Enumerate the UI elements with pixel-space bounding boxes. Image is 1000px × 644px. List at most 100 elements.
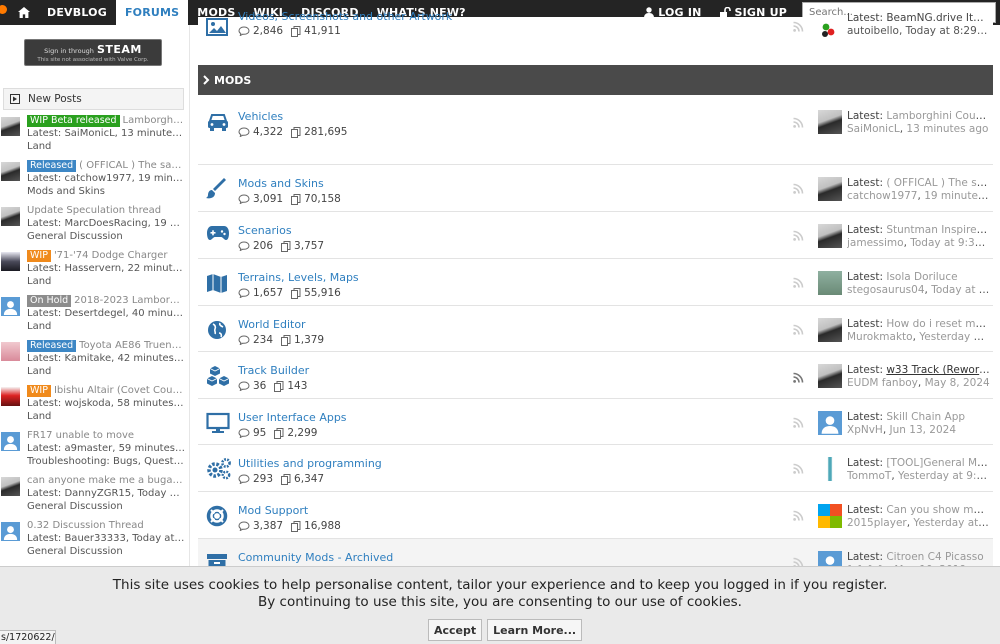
new-post-item[interactable]: 0.32 Discussion Thread Latest: Bauer33333… — [0, 520, 188, 564]
new-post-item[interactable]: Released Toyota AE86 Trueno/L... Latest: K… — [0, 340, 188, 384]
new-post-item[interactable]: On Hold2018-2023 Lamborghin...Latest: De… — [0, 295, 188, 339]
post-title[interactable]: FR17 unable to move — [27, 430, 185, 442]
rss-icon[interactable] — [793, 510, 805, 522]
forum-title[interactable]: World Editor — [238, 318, 306, 331]
rss-icon[interactable] — [793, 183, 805, 195]
forum-title[interactable]: Track Builder — [238, 364, 309, 377]
latest-title[interactable]: Latest: w33 Track (Rework ... — [847, 364, 990, 376]
latest-user[interactable]: stegosaurus04 — [847, 284, 925, 296]
latest-user[interactable]: 2015player — [847, 517, 907, 529]
forum-title[interactable]: Community Mods - Archived — [238, 551, 393, 564]
latest-user[interactable]: Murokmakto — [847, 331, 913, 343]
latest-avatar[interactable] — [818, 19, 842, 43]
latest-title[interactable]: Latest: ( OFFICAL ) The sats... — [847, 177, 990, 189]
post-author-avatar[interactable] — [1, 252, 20, 271]
post-title[interactable]: On Hold2018-2023 Lamborghin... — [27, 295, 185, 307]
post-author-avatar[interactable] — [1, 207, 20, 226]
latest-avatar[interactable] — [818, 224, 842, 248]
latest-user[interactable]: catchow1977 — [847, 190, 918, 202]
post-author-avatar[interactable] — [1, 342, 20, 361]
post-forum-link[interactable]: General Discussion — [27, 546, 185, 558]
latest-avatar[interactable] — [818, 318, 842, 342]
new-post-item[interactable]: can anyone make me a bugatti to... Latest… — [0, 475, 188, 519]
post-title[interactable]: WIP Ibishu Altair (Covet Coupe) — [27, 385, 185, 397]
post-forum-link[interactable]: General Discussion — [27, 501, 185, 513]
post-author-avatar[interactable] — [1, 117, 20, 136]
forum-title[interactable]: Utilities and programming — [238, 457, 382, 470]
site-logo[interactable] — [0, 0, 10, 25]
new-post-item[interactable]: WIP Beta releasedLamborghini ...Latest: … — [0, 115, 188, 159]
post-title[interactable]: WIP '71-'74 Dodge Charger — [27, 250, 185, 262]
post-forum-link[interactable]: Land — [27, 141, 185, 153]
nav-forums[interactable]: FORUMS — [115, 0, 189, 25]
latest-user[interactable]: TommoT — [847, 470, 891, 482]
post-author-avatar[interactable] — [1, 477, 20, 496]
post-title[interactable]: Released Toyota AE86 Trueno/L... — [27, 340, 185, 352]
rss-icon[interactable] — [793, 117, 805, 129]
new-post-item[interactable]: Released( OFFICAL ) The satsu... Latest: … — [0, 160, 188, 204]
latest-avatar[interactable] — [818, 364, 842, 388]
latest-user[interactable]: SaiMonicL — [847, 123, 900, 135]
forum-title[interactable]: Mod Support — [238, 504, 308, 517]
post-forum-link[interactable]: Land — [27, 276, 185, 288]
latest-title[interactable]: Latest: Skill Chain App — [847, 411, 990, 423]
forum-title[interactable]: Terrains, Levels, Maps — [238, 271, 359, 284]
latest-avatar[interactable] — [818, 504, 842, 528]
home-icon[interactable] — [10, 0, 38, 25]
rss-icon[interactable] — [793, 324, 805, 336]
rss-icon[interactable] — [793, 463, 805, 475]
post-author-avatar[interactable] — [1, 432, 20, 451]
latest-title[interactable]: Latest: [TOOL]General Mo... — [847, 457, 990, 469]
post-forum-link[interactable]: Mods and Skins — [27, 186, 185, 198]
latest-title[interactable]: Latest: Can you show me h... — [847, 504, 990, 516]
post-forum-link[interactable]: Land — [27, 411, 185, 423]
post-title[interactable]: 0.32 Discussion Thread — [27, 520, 185, 532]
forum-title[interactable]: Videos, Screenshots and other Artwork — [238, 10, 452, 23]
latest-avatar[interactable] — [818, 271, 842, 295]
latest-avatar[interactable] — [818, 411, 842, 435]
learn-more-button[interactable]: Learn More... — [487, 619, 583, 641]
latest-title[interactable]: Latest: How do i reset map... — [847, 318, 990, 330]
latest-title[interactable]: Latest: Citroen C4 Picasso — [847, 551, 990, 563]
category-header-mods[interactable]: MODS — [198, 65, 993, 95]
latest-user[interactable]: XpNvH — [847, 424, 883, 436]
post-title[interactable]: WIP Beta releasedLamborghini ... — [27, 115, 185, 127]
latest-title[interactable]: Latest: Isola Doriluce — [847, 271, 990, 283]
post-forum-link[interactable]: General Discussion — [27, 231, 185, 243]
rss-icon[interactable] — [793, 277, 805, 289]
latest-user[interactable]: EUDM fanboy — [847, 377, 918, 389]
post-forum-link[interactable]: Troubleshooting: Bugs, Questions ... — [27, 456, 185, 468]
latest-avatar[interactable] — [818, 177, 842, 201]
new-post-item[interactable]: Update Speculation thread Latest: MarcDoe… — [0, 205, 188, 249]
latest-title[interactable]: Latest: Stuntman Inspired ... — [847, 224, 990, 236]
new-post-item[interactable]: FR17 unable to move Latest: a9master, 59 … — [0, 430, 188, 474]
latest-avatar[interactable] — [818, 110, 842, 134]
rss-icon[interactable] — [793, 372, 805, 384]
latest-user[interactable]: autoibello — [847, 25, 899, 37]
forum-title[interactable]: Scenarios — [238, 224, 292, 237]
post-author-avatar[interactable] — [1, 387, 20, 406]
nav-devblog[interactable]: DEVBLOG — [38, 0, 116, 25]
latest-avatar[interactable] — [818, 457, 842, 481]
latest-title[interactable]: Latest: Lamborghini Count... — [847, 110, 990, 122]
accept-cookies-button[interactable]: Accept — [428, 619, 483, 641]
new-post-item[interactable]: WIP Ibishu Altair (Covet Coupe) Latest: wo… — [0, 385, 188, 429]
forum-title[interactable]: Mods and Skins — [238, 177, 324, 190]
post-title[interactable]: Update Speculation thread — [27, 205, 185, 217]
latest-user[interactable]: jamessimo — [847, 237, 904, 249]
post-author-avatar[interactable] — [1, 297, 20, 316]
post-forum-link[interactable]: Land — [27, 366, 185, 378]
forum-title[interactable]: Vehicles — [238, 110, 283, 123]
post-title[interactable]: can anyone make me a bugatti to... — [27, 475, 185, 487]
post-title[interactable]: Released( OFFICAL ) The satsu... — [27, 160, 185, 172]
latest-title[interactable]: Latest: BeamNG.drive Italia — [847, 12, 990, 24]
post-forum-link[interactable]: Land — [27, 321, 185, 333]
post-author-avatar[interactable] — [1, 162, 20, 181]
post-author-avatar[interactable] — [1, 522, 20, 541]
steam-signin-button[interactable]: Sign in through STEAM This site not assoc… — [24, 39, 162, 66]
forum-title[interactable]: User Interface Apps — [238, 411, 347, 424]
rss-icon[interactable] — [793, 230, 805, 242]
rss-icon[interactable] — [793, 21, 805, 33]
new-post-item[interactable]: WIP '71-'74 Dodge Charger Latest: Hasserve… — [0, 250, 188, 294]
rss-icon[interactable] — [793, 417, 805, 429]
